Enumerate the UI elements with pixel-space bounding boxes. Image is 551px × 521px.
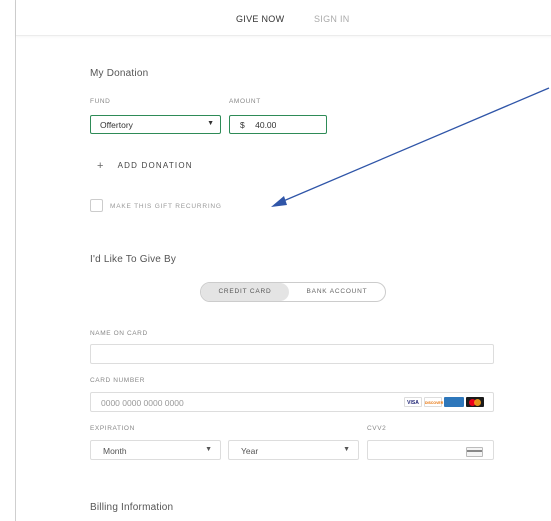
add-donation-button[interactable]: + ADD DONATION [97,160,193,172]
currency-symbol: $ [240,120,245,130]
top-nav: GIVE NOW SIGN IN [16,0,551,36]
recurring-checkbox[interactable] [90,199,103,212]
discover-icon: DISCOVER [424,397,443,407]
nav-sign-in[interactable]: SIGN IN [314,14,350,24]
recurring-label: MAKE THIS GIFT RECURRING [110,203,222,210]
visa-icon: VISA [404,397,422,407]
mastercard-icon [466,397,484,407]
cvv-card-icon [466,447,483,457]
year-select[interactable]: Year ▼ [228,440,359,460]
plus-icon: + [97,160,105,172]
bank-account-option[interactable]: BANK ACCOUNT [289,283,385,301]
chevron-down-icon: ▼ [343,446,350,453]
give-by-title: I'd Like To Give By [90,254,177,265]
chevron-down-icon: ▼ [205,446,212,453]
card-number-label: CARD NUMBER [90,377,145,384]
card-number-placeholder: 0000 0000 0000 0000 [101,398,184,408]
chevron-down-icon: ▼ [207,120,214,127]
fund-select[interactable]: Offertory ▼ [90,115,221,134]
amount-value: 40.00 [255,120,277,130]
fund-label: FUND [90,98,111,105]
month-select-value: Month [103,446,127,456]
name-on-card-label: NAME ON CARD [90,330,148,337]
month-select[interactable]: Month ▼ [90,440,221,460]
nav-give-now[interactable]: GIVE NOW [236,14,284,24]
amount-input[interactable]: $ 40.00 [229,115,327,134]
amount-label: AMOUNT [229,98,261,105]
fund-select-value: Offertory [100,120,133,130]
cvv-label: CVV2 [367,425,387,432]
billing-info-title: Billing Information [90,502,174,513]
my-donation-title: My Donation [90,68,149,79]
add-donation-label: ADD DONATION [117,161,193,170]
credit-card-option[interactable]: CREDIT CARD [201,283,289,301]
year-select-value: Year [241,446,259,456]
payment-method-toggle: CREDIT CARD BANK ACCOUNT [200,282,386,302]
expiration-label: EXPIRATION [90,425,135,432]
amex-icon [444,397,464,407]
name-on-card-input[interactable] [90,344,494,364]
